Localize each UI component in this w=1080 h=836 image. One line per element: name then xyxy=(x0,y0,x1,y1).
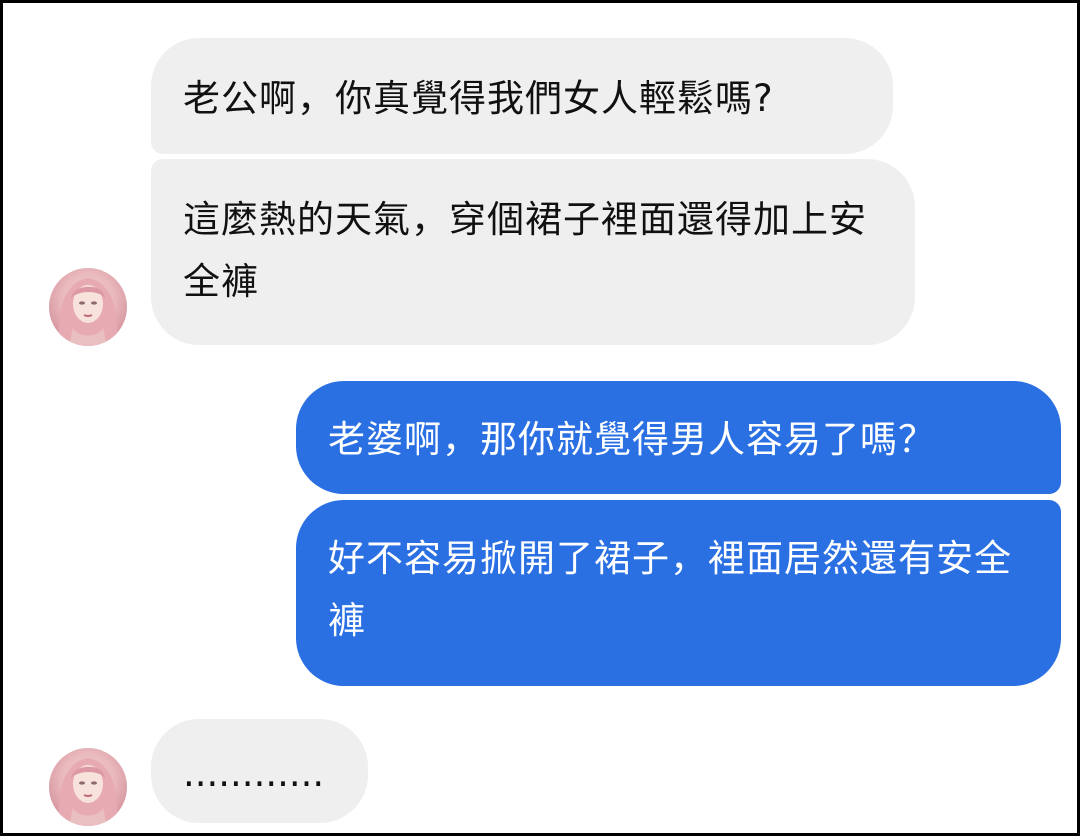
pink-hair-girl-avatar-icon xyxy=(58,758,118,826)
message-text: 老婆啊，那你就覺得男人容易了嗎？ xyxy=(328,418,936,461)
received-message-bubble: ............ xyxy=(151,719,368,823)
sent-message-bubble: 好不容易掀開了裙子，裡面居然還有安全褲 xyxy=(296,500,1061,686)
message-text: 這麼熱的天氣，穿個裙子裡面還得加上安全褲 xyxy=(183,198,867,303)
contact-avatar[interactable] xyxy=(49,268,127,346)
received-message-bubble: 這麼熱的天氣，穿個裙子裡面還得加上安全褲 xyxy=(151,159,915,345)
message-text: ............ xyxy=(183,752,325,795)
contact-avatar[interactable] xyxy=(49,748,127,826)
pink-hair-girl-avatar-icon xyxy=(58,278,118,346)
message-text: 好不容易掀開了裙子，裡面居然還有安全褲 xyxy=(328,537,1012,642)
sent-message-bubble: 老婆啊，那你就覺得男人容易了嗎？ xyxy=(296,381,1061,494)
message-text: 老公啊，你真覺得我們女人輕鬆嗎? xyxy=(183,77,774,120)
chat-screenshot-frame: 老公啊，你真覺得我們女人輕鬆嗎? 這麼熱的天氣，穿個裙子裡面還得加上安全褲 老婆… xyxy=(0,0,1080,836)
received-message-bubble: 老公啊，你真覺得我們女人輕鬆嗎? xyxy=(151,38,893,154)
